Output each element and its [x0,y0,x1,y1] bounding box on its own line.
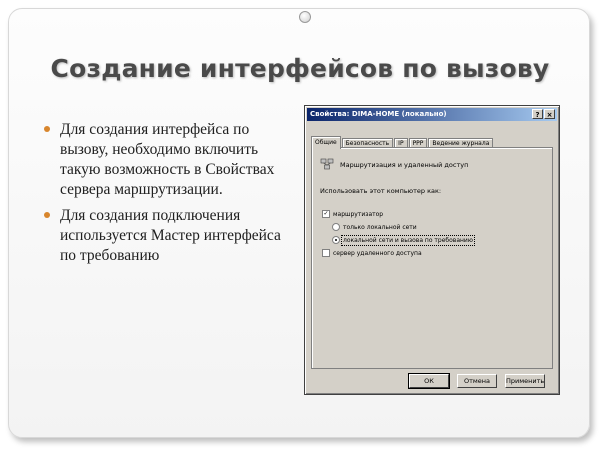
remote-access-checkbox[interactable] [322,249,330,257]
cancel-button[interactable]: Отмена [457,374,497,388]
tab-general[interactable]: Общие [311,136,341,149]
server-icon [320,158,334,170]
router-label: маршрутизатор [333,210,384,218]
use-computer-label: Использовать этот компьютер как: [320,187,442,195]
properties-dialog: Свойства: DIMA-HOME (локально) ? × Общие… [304,105,560,395]
apply-button[interactable]: Применить [505,374,545,388]
remote-access-option[interactable]: сервер удаленного доступа [322,249,422,257]
bullet-text: Для создания подключения используется Ма… [60,207,281,264]
general-tab-panel: Маршрутизация и удаленный доступ Использ… [311,147,553,369]
bullet-dot-icon [44,126,50,132]
slide-decoration-dot [299,11,311,23]
dialog-title: Свойства: DIMA-HOME (локально) [310,110,447,118]
router-option[interactable]: ✓ маршрутизатор [322,210,383,218]
ok-button[interactable]: ОК [408,373,450,389]
router-checkbox[interactable]: ✓ [322,210,330,218]
dialog-titlebar[interactable]: Свойства: DIMA-HOME (локально) ? × [307,108,557,121]
close-button[interactable]: × [544,109,555,119]
lan-demand-radio[interactable] [332,236,340,244]
bullet-list: Для создания интерфейса по вызову, необх… [44,120,294,272]
lan-demand-option[interactable]: локальной сети и вызова по требованию [332,234,475,246]
panel-heading: Маршрутизация и удаленный доступ [340,161,469,169]
bullet-text: Для создания интерфейса по вызову, необх… [60,121,275,198]
lan-demand-label: локальной сети и вызова по требованию [341,234,475,246]
slide-title: Создание интерфейсов по вызову [50,54,550,83]
bullet-item: Для создания интерфейса по вызову, необх… [44,120,294,200]
help-button[interactable]: ? [532,109,543,119]
remote-access-label: сервер удаленного доступа [333,249,422,257]
bullet-item: Для создания подключения используется Ма… [44,206,294,266]
lan-only-option[interactable]: только локальной сети [332,223,417,231]
lan-only-label: только локальной сети [343,223,417,231]
lan-only-radio[interactable] [332,223,340,231]
bullet-dot-icon [44,212,50,218]
